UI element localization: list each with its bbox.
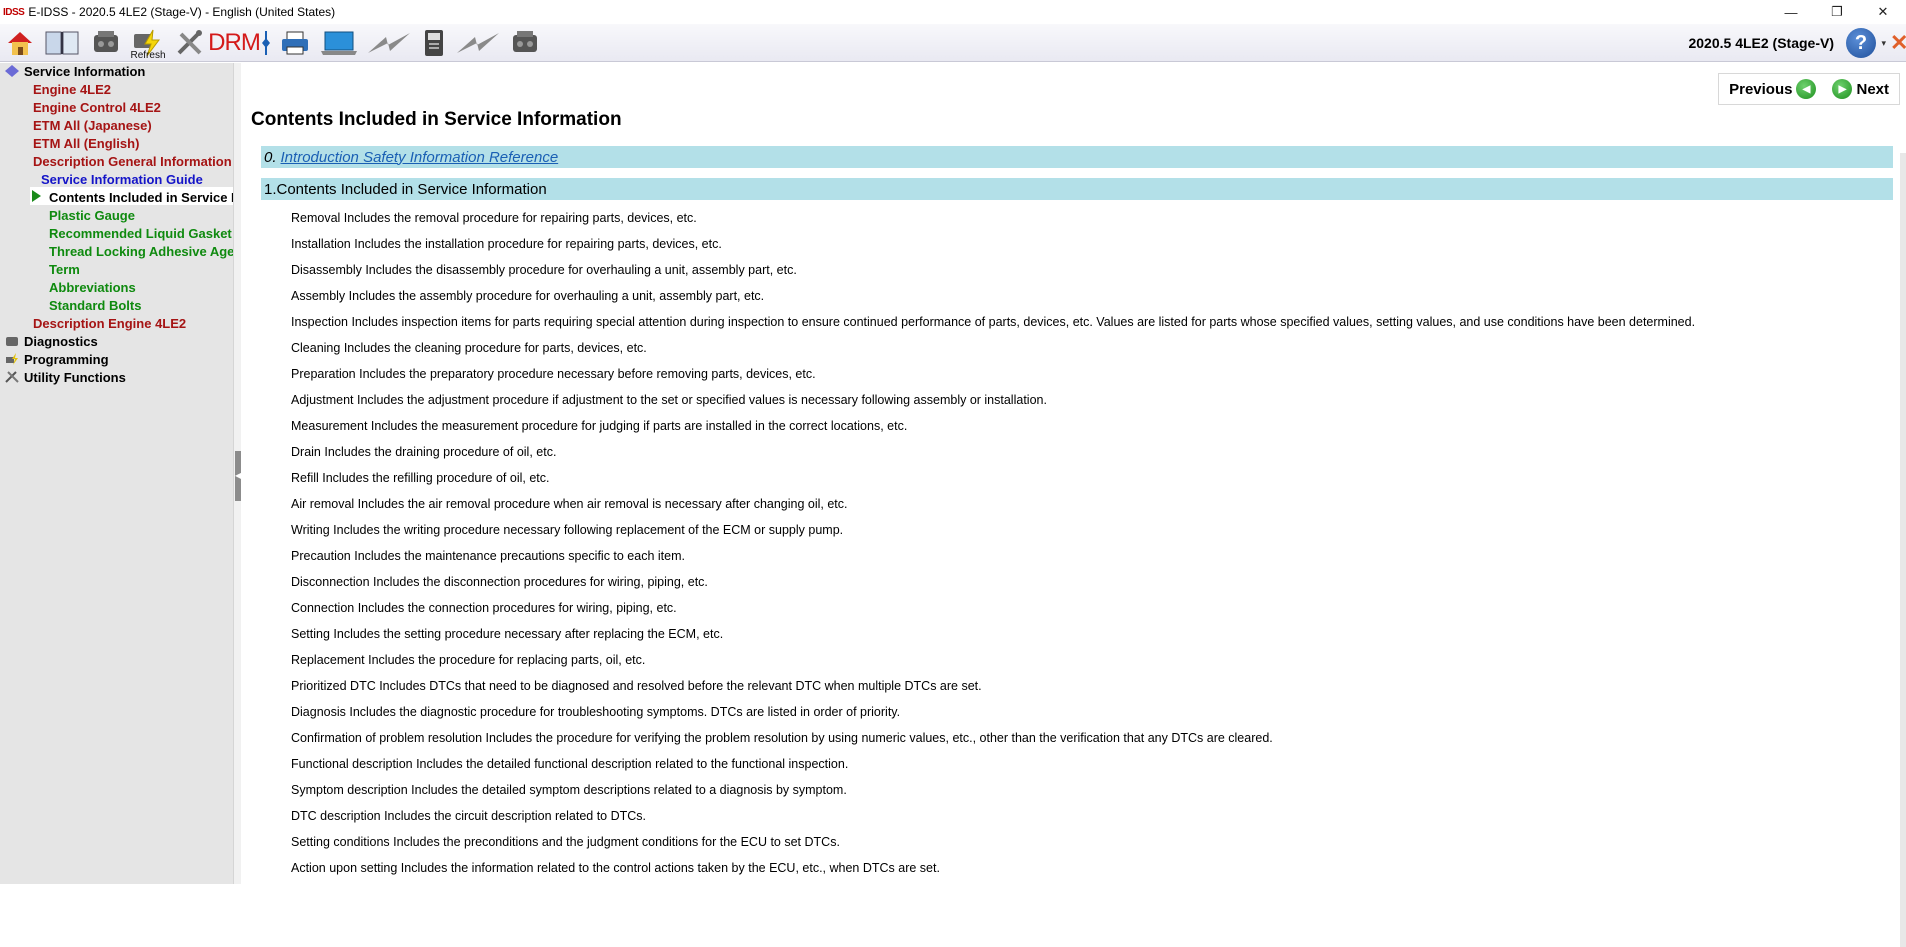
programming-icon: [4, 352, 20, 366]
content-row: Adjustment Includes the adjustment proce…: [291, 393, 1047, 407]
tree-item-etm-japanese[interactable]: ETM All (Japanese): [33, 117, 152, 135]
tools-icon[interactable]: [171, 26, 209, 60]
tree-item-engine-control[interactable]: Engine Control 4LE2: [33, 99, 161, 117]
toolbar: Refresh DRM: [0, 24, 1906, 62]
engine-small-icon: [4, 334, 20, 348]
sidebar-tree: Service Information Engine 4LE2 Engine C…: [0, 63, 233, 884]
lightning-icon-2[interactable]: [454, 26, 502, 60]
page-title: Contents Included in Service Information: [251, 109, 622, 130]
content-row: Writing Includes the writing procedure n…: [291, 523, 844, 537]
section-heading: 1.Contents Included in Service Informati…: [264, 180, 547, 198]
content-row: Replacement Includes the procedure for r…: [291, 653, 646, 667]
tree-item-contents-included[interactable]: Contents Included in Service Information: [49, 189, 233, 207]
tree-item-description-general[interactable]: Description General Information: [33, 153, 232, 171]
content-row: Disassembly Includes the disassembly pro…: [291, 263, 797, 277]
page-navigation: Previous ◀ ▶ Next: [1718, 73, 1900, 105]
service-manual-icon[interactable]: [40, 26, 84, 60]
diamond-icon[interactable]: [259, 26, 273, 60]
content-row: Symptom description Includes the detaile…: [291, 783, 847, 797]
printer-icon[interactable]: [276, 26, 314, 60]
section-number: 0.: [264, 148, 277, 166]
next-label: Next: [1856, 80, 1889, 98]
content-row: Refill Includes the refilling procedure …: [291, 471, 550, 485]
content-row: Preparation Includes the preparatory pro…: [291, 367, 816, 381]
engine-icon[interactable]: [87, 26, 125, 60]
tree-item-term[interactable]: Term: [49, 261, 80, 279]
restore-button[interactable]: ❐: [1814, 0, 1860, 24]
chevron-down-icon[interactable]: ▾: [1881, 38, 1886, 49]
refresh-icon[interactable]: Refresh: [128, 26, 168, 61]
tree-item-service-information[interactable]: Service Information: [4, 63, 145, 81]
content-row: Measurement Includes the measurement pro…: [291, 419, 908, 433]
selected-arrow-icon: [32, 190, 41, 202]
content-row: Connection Includes the connection proce…: [291, 601, 677, 615]
engine-icon-2[interactable]: [505, 26, 545, 60]
tools-small-icon: [4, 370, 20, 384]
content-row: Precaution Includes the maintenance prec…: [291, 549, 685, 563]
tree-item-description-engine[interactable]: Description Engine 4LE2: [33, 315, 186, 333]
lightning-icon[interactable]: [364, 26, 414, 60]
book-icon: [4, 64, 20, 78]
close-button[interactable]: ✕: [1860, 0, 1906, 24]
vertical-scrollbar[interactable]: [1900, 153, 1906, 947]
tree-item-engine-4le2[interactable]: Engine 4LE2: [33, 81, 111, 99]
panel-splitter[interactable]: ◀: [233, 63, 241, 884]
previous-button[interactable]: Previous ◀: [1729, 79, 1820, 99]
refresh-label: Refresh: [130, 49, 166, 61]
tree-item-utility-functions[interactable]: Utility Functions: [4, 369, 126, 387]
tree-item-liquid-gasket[interactable]: Recommended Liquid Gasket: [49, 225, 232, 243]
device-icon[interactable]: [417, 26, 451, 60]
window-controls: — ❐ ✕: [1768, 0, 1906, 24]
tree-item-etm-english[interactable]: ETM All (English): [33, 135, 139, 153]
laptop-icon[interactable]: [317, 26, 361, 60]
help-icon[interactable]: ?: [1846, 28, 1876, 58]
tree-item-plastic-gauge[interactable]: Plastic Gauge: [49, 207, 135, 225]
tree-item-diagnostics[interactable]: Diagnostics: [4, 333, 98, 351]
next-button[interactable]: ▶ Next: [1828, 79, 1889, 99]
minimize-button[interactable]: —: [1768, 0, 1814, 24]
content-pane: Previous ◀ ▶ Next Contents Included in S…: [241, 63, 1906, 947]
content-row: Drain Includes the draining procedure of…: [291, 445, 557, 459]
content-row: Functional description Includes the deta…: [291, 757, 849, 771]
tree-item-thread-locking[interactable]: Thread Locking Adhesive Agent: [49, 243, 233, 261]
title-bar: IDSS E-IDSS - 2020.5 4LE2 (Stage-V) - En…: [0, 0, 1906, 24]
arrow-right-icon: ▶: [1832, 79, 1853, 99]
content-row: DTC description Includes the circuit des…: [291, 809, 647, 823]
content-row: Setting conditions Includes the precondi…: [291, 835, 840, 849]
app-logo: IDSS: [3, 6, 25, 18]
vehicle-label: 2020.5 4LE2 (Stage-V): [1688, 35, 1834, 51]
tree-item-programming[interactable]: Programming: [4, 351, 109, 369]
content-row: Installation Includes the installation p…: [291, 237, 722, 251]
content-row: Cleaning Includes the cleaning procedure…: [291, 341, 647, 355]
content-row: Setting Includes the setting procedure n…: [291, 627, 724, 641]
content-row: Disconnection Includes the disconnection…: [291, 575, 708, 589]
section-intro: 0. Introduction Safety Information Refer…: [261, 146, 1893, 168]
content-row: Assembly Includes the assembly procedure…: [291, 289, 765, 303]
content-row: Action upon setting Includes the informa…: [291, 861, 940, 875]
tree-item-standard-bolts[interactable]: Standard Bolts: [49, 297, 141, 315]
content-row: Diagnosis Includes the diagnostic proced…: [291, 705, 901, 719]
content-row: Prioritized DTC Includes DTCs that need …: [291, 679, 982, 693]
section-contents: 1.Contents Included in Service Informati…: [261, 178, 1893, 200]
tree-item-abbreviations[interactable]: Abbreviations: [49, 279, 136, 297]
home-icon[interactable]: [3, 26, 37, 60]
drm-button[interactable]: DRM: [208, 26, 261, 60]
tree-item-service-info-guide[interactable]: Service Information Guide: [41, 171, 203, 189]
arrow-left-icon: ◀: [1796, 79, 1817, 99]
content-row: Confirmation of problem resolution Inclu…: [291, 731, 1273, 745]
window-title: E-IDSS - 2020.5 4LE2 (Stage-V) - English…: [28, 5, 336, 19]
content-row: Inspection Includes inspection items for…: [291, 315, 1696, 329]
content-row: Air removal Includes the air removal pro…: [291, 497, 848, 511]
exit-icon[interactable]: ✕: [1890, 30, 1906, 56]
intro-safety-link[interactable]: Introduction Safety Information Referenc…: [281, 149, 559, 166]
previous-label: Previous: [1729, 80, 1793, 98]
content-row: Removal Includes the removal procedure f…: [291, 211, 697, 225]
